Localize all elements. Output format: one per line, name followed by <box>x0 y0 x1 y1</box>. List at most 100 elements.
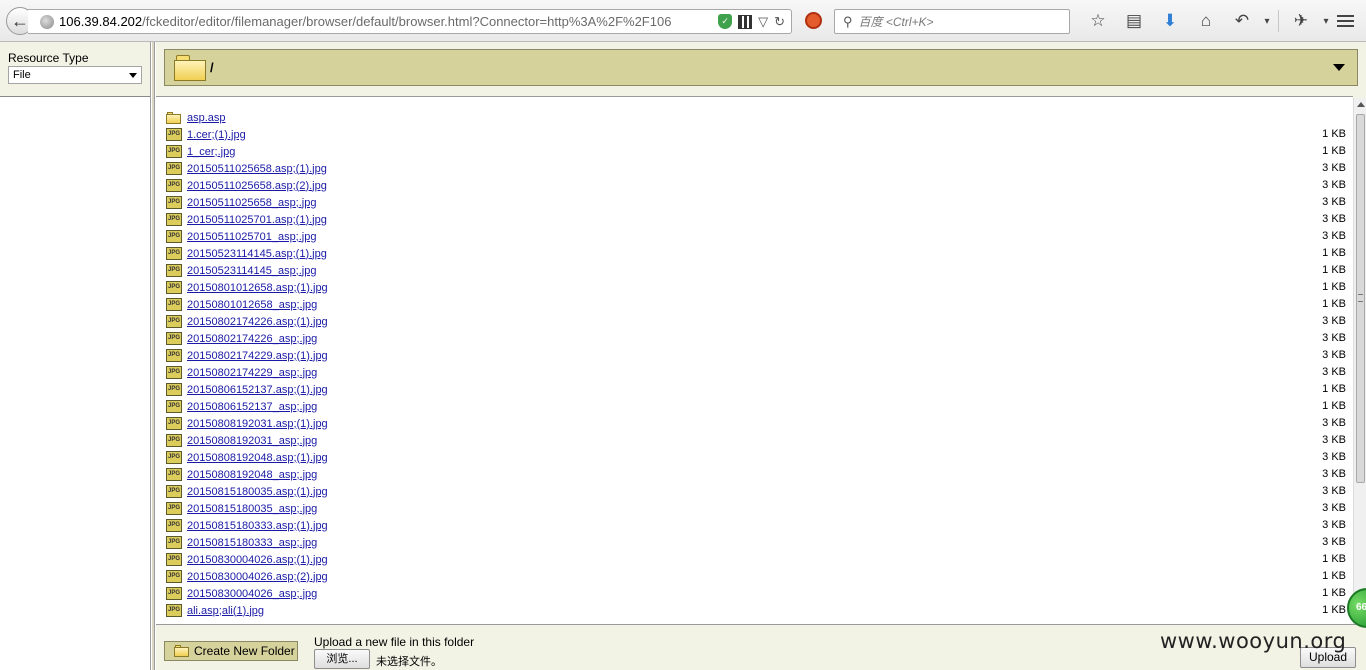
file-row[interactable]: JPG 20150802174229.asp;(1).jpg 3 KB <box>166 347 1346 364</box>
file-row[interactable]: JPG 1.cer;(1).jpg 1 KB <box>166 126 1346 143</box>
file-row[interactable]: JPG 20150523114145.asp;(1).jpg 1 KB <box>166 245 1346 262</box>
file-name-link[interactable]: 20150815180333_asp;.jpg <box>187 537 317 549</box>
file-size: 1 KB <box>1322 247 1346 259</box>
file-row[interactable]: JPG 20150806152137_asp;.jpg 1 KB <box>166 398 1346 415</box>
file-row[interactable]: JPG 20150830004026.asp;(2).jpg 1 KB <box>166 568 1346 585</box>
reading-list-icon[interactable]: ▤ <box>1116 10 1152 32</box>
file-row[interactable]: JPG 20150815180333.asp;(1).jpg 3 KB <box>166 517 1346 534</box>
file-name-link[interactable]: 20150523114145.asp;(1).jpg <box>187 248 327 260</box>
file-row[interactable]: JPG 20150808192031.asp;(1).jpg 3 KB <box>166 415 1346 432</box>
menu-button[interactable] <box>1332 10 1358 32</box>
file-row[interactable]: JPG 20150802174226.asp;(1).jpg 3 KB <box>166 313 1346 330</box>
file-row[interactable]: JPG 20150523114145_asp;.jpg 1 KB <box>166 262 1346 279</box>
extension-icon[interactable]: ✈ <box>1283 10 1319 32</box>
file-row[interactable]: JPG 20150511025658.asp;(2).jpg 3 KB <box>166 177 1346 194</box>
file-row[interactable]: JPG 20150511025658.asp;(1).jpg 3 KB <box>166 160 1346 177</box>
undo-dropdown-icon[interactable]: ▾ <box>1260 10 1274 32</box>
qr-code-icon[interactable] <box>738 14 753 29</box>
file-list: asp.asp JPG 1.cer;(1).jpg 1 KB JPG 1_cer;.jpg… <box>166 109 1346 619</box>
undo-icon[interactable]: ↶ <box>1224 10 1260 32</box>
file-name-link[interactable]: 20150802174226_asp;.jpg <box>187 333 317 345</box>
file-name-link[interactable]: 20150815180333.asp;(1).jpg <box>187 520 328 532</box>
file-name-link[interactable]: 20150830004026_asp;.jpg <box>187 588 317 600</box>
browse-button[interactable]: 浏览... <box>314 649 370 669</box>
resource-type-select[interactable]: File <box>8 66 142 84</box>
file-row[interactable]: JPG 20150806152137.asp;(1).jpg 1 KB <box>166 381 1346 398</box>
file-row[interactable]: JPG 20150511025701.asp;(1).jpg 3 KB <box>166 211 1346 228</box>
reload-icon[interactable]: ↻ <box>774 14 785 30</box>
file-size: 3 KB <box>1322 519 1346 531</box>
file-name-link[interactable]: 20150808192031_asp;.jpg <box>187 435 317 447</box>
chevron-down-icon[interactable] <box>1333 64 1345 71</box>
file-row[interactable]: JPG 20150830004026_asp;.jpg 1 KB <box>166 585 1346 602</box>
search-icon: ⚲ <box>843 13 853 29</box>
file-row[interactable]: JPG 20150808192031_asp;.jpg 3 KB <box>166 432 1346 449</box>
file-name-link[interactable]: 20150523114145_asp;.jpg <box>187 265 316 277</box>
url-bar[interactable]: 106.39.84.202 /fckeditor/editor/filemana… <box>28 9 792 34</box>
url-host: 106.39.84.202 <box>59 14 143 29</box>
file-name-link[interactable]: 20150830004026.asp;(1).jpg <box>187 554 328 566</box>
file-row[interactable]: JPG 20150830004026.asp;(1).jpg 1 KB <box>166 551 1346 568</box>
file-name-link[interactable]: 20150511025658.asp;(2).jpg <box>187 180 327 192</box>
file-row[interactable]: JPG 20150802174229_asp;.jpg 3 KB <box>166 364 1346 381</box>
extension-dropdown-icon[interactable]: ▾ <box>1319 10 1333 32</box>
globe-icon <box>40 14 54 29</box>
file-name-link[interactable]: 20150830004026.asp;(2).jpg <box>187 571 328 583</box>
adblock-icon[interactable] <box>805 12 822 29</box>
file-name-link[interactable]: 20150808192048.asp;(1).jpg <box>187 452 328 464</box>
file-size: 3 KB <box>1322 349 1346 361</box>
folder-row[interactable]: asp.asp <box>166 109 1346 126</box>
jpg-file-icon: JPG <box>166 179 182 192</box>
file-name-link[interactable]: 20150511025658_asp;.jpg <box>187 197 316 209</box>
resource-type-value: File <box>13 69 31 81</box>
file-row[interactable]: JPG 20150511025658_asp;.jpg 3 KB <box>166 194 1346 211</box>
file-name-link[interactable]: 20150815180035.asp;(1).jpg <box>187 486 328 498</box>
jpg-file-icon: JPG <box>166 247 182 260</box>
file-name-link[interactable]: 20150802174229_asp;.jpg <box>187 367 317 379</box>
resource-type-frame: Resource Type File <box>0 42 151 670</box>
file-name-link[interactable]: 20150815180035_asp;.jpg <box>187 503 317 515</box>
file-name-link[interactable]: 20150511025658.asp;(1).jpg <box>187 163 327 175</box>
file-size: 3 KB <box>1322 196 1346 208</box>
frame-splitter[interactable] <box>152 42 155 670</box>
file-name-link[interactable]: ali.asp;ali(1).jpg <box>187 605 264 617</box>
file-name-link[interactable]: 20150808192048_asp;.jpg <box>187 469 317 481</box>
shield-icon[interactable]: ✓ <box>718 14 733 29</box>
dropdown-icon[interactable]: ▽ <box>758 14 768 30</box>
file-name-link[interactable]: 20150801012658.asp;(1).jpg <box>187 282 328 294</box>
file-row[interactable]: JPG 20150808192048.asp;(1).jpg 3 KB <box>166 449 1346 466</box>
file-name-link[interactable]: 1_cer;.jpg <box>187 146 235 158</box>
jpg-file-icon: JPG <box>166 536 182 549</box>
file-name-link[interactable]: asp.asp <box>187 112 226 124</box>
file-name-link[interactable]: 20150806152137.asp;(1).jpg <box>187 384 328 396</box>
jpg-file-icon: JPG <box>166 281 182 294</box>
file-name-link[interactable]: 20150511025701.asp;(1).jpg <box>187 214 327 226</box>
file-name-link[interactable]: 1.cer;(1).jpg <box>187 129 246 141</box>
vertical-scrollbar[interactable] <box>1353 98 1366 626</box>
file-row[interactable]: JPG 20150815180333_asp;.jpg 3 KB <box>166 534 1346 551</box>
file-name-link[interactable]: 20150802174226.asp;(1).jpg <box>187 316 328 328</box>
toolbar-separator <box>1278 10 1279 32</box>
scroll-up-icon[interactable] <box>1357 102 1365 107</box>
download-icon[interactable]: ⬇ <box>1152 10 1188 32</box>
jpg-file-icon: JPG <box>166 230 182 243</box>
bookmark-star-icon[interactable]: ☆ <box>1080 10 1116 32</box>
file-name-link[interactable]: 20150511025701_asp;.jpg <box>187 231 316 243</box>
create-folder-button[interactable]: Create New Folder <box>164 641 298 661</box>
file-row[interactable]: JPG 20150808192048_asp;.jpg 3 KB <box>166 466 1346 483</box>
file-name-link[interactable]: 20150806152137_asp;.jpg <box>187 401 317 413</box>
file-row[interactable]: JPG 20150815180035_asp;.jpg 3 KB <box>166 500 1346 517</box>
file-size: 1 KB <box>1322 145 1346 157</box>
file-row[interactable]: JPG 20150802174226_asp;.jpg 3 KB <box>166 330 1346 347</box>
home-icon[interactable]: ⌂ <box>1188 10 1224 32</box>
file-name-link[interactable]: 20150801012658_asp;.jpg <box>187 299 317 311</box>
file-row[interactable]: JPG ali.asp;ali(1).jpg 1 KB <box>166 602 1346 619</box>
file-row[interactable]: JPG 20150815180035.asp;(1).jpg 3 KB <box>166 483 1346 500</box>
file-name-link[interactable]: 20150802174229.asp;(1).jpg <box>187 350 328 362</box>
file-name-link[interactable]: 20150808192031.asp;(1).jpg <box>187 418 328 430</box>
file-row[interactable]: JPG 20150801012658.asp;(1).jpg 1 KB <box>166 279 1346 296</box>
file-row[interactable]: JPG 20150801012658_asp;.jpg 1 KB <box>166 296 1346 313</box>
file-row[interactable]: JPG 20150511025701_asp;.jpg 3 KB <box>166 228 1346 245</box>
file-row[interactable]: JPG 1_cer;.jpg 1 KB <box>166 143 1346 160</box>
search-bar[interactable]: ⚲ 百度 <Ctrl+K> <box>834 9 1070 34</box>
